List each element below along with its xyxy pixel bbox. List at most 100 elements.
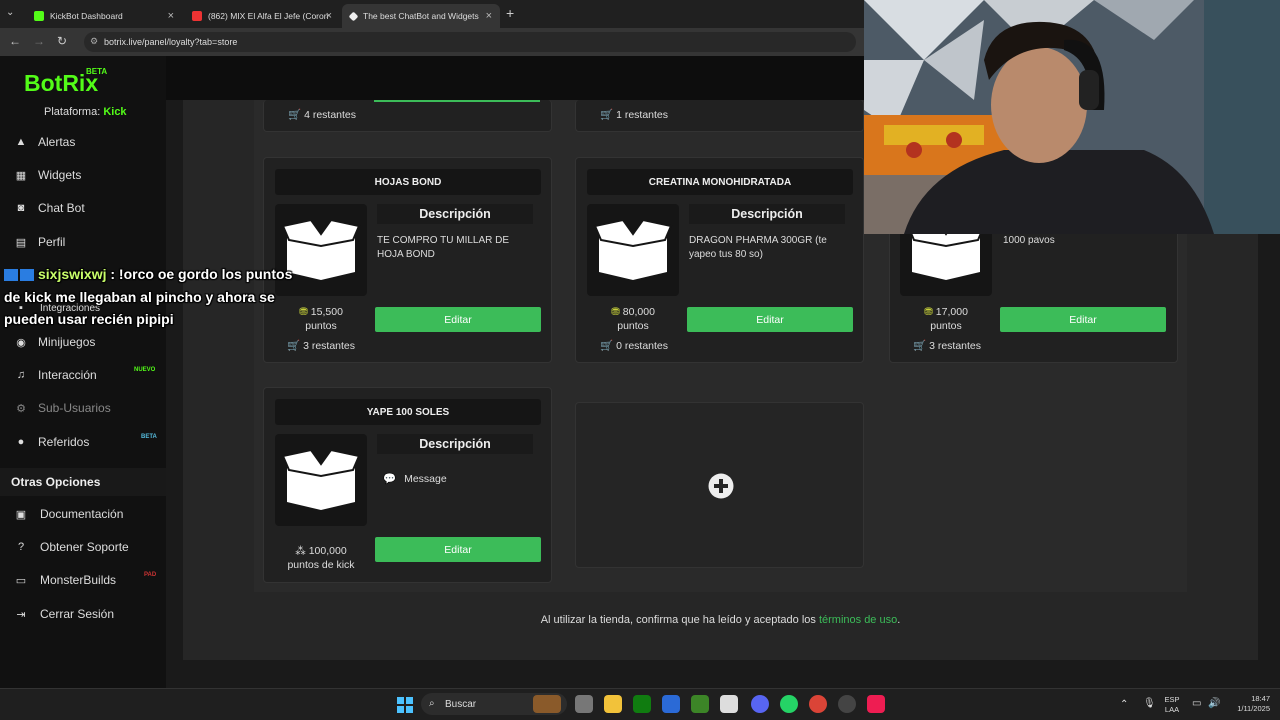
tiktok-icon[interactable] [867, 695, 885, 713]
logout-icon: ⇥ [16, 608, 26, 621]
points-value: 17,000 [935, 306, 968, 318]
description-text: 1000 pavos [1003, 235, 1055, 246]
edit-button[interactable]: Editar [687, 307, 853, 332]
sidebar-item-widgets[interactable]: ▦ Widgets [14, 168, 82, 182]
sidebar-item-sub-usuarios[interactable]: ⚙ Sub-Usuarios [14, 401, 111, 415]
close-icon[interactable]: × [486, 10, 492, 22]
sidebar-item-soporte[interactable]: ? Obtener Soporte [14, 540, 129, 554]
beta-badge: BETA [141, 434, 157, 440]
close-icon[interactable]: × [326, 10, 332, 22]
forward-icon[interactable]: → [33, 34, 45, 48]
description-text: DRAGON PHARMA 300GR (te yapeo tus 80 so) [689, 235, 827, 260]
gamepad-icon: ◉ [16, 336, 26, 349]
stock-count: 🛒 1 restantes [600, 108, 668, 121]
music-icon: ♫ [16, 369, 26, 381]
file-explorer-icon[interactable] [604, 695, 622, 713]
search-placeholder: Buscar [445, 698, 477, 710]
xbox-icon[interactable] [633, 695, 651, 713]
language-indicator[interactable]: ESP LAA [1160, 695, 1184, 715]
description-heading: Descripción [377, 434, 533, 454]
new-tab-icon[interactable]: + [506, 5, 514, 21]
taskbar-search[interactable]: ⌕ Buscar [421, 693, 567, 715]
comment-icon: 💬 [383, 473, 397, 485]
sidebar-item-chat-bot[interactable]: ◙ Chat Bot [14, 201, 85, 215]
stock-text: 0 restantes [616, 340, 669, 352]
sidebar-item-documentacion[interactable]: ▣ Documentación [14, 507, 124, 521]
chat-overlay-line: pueden usar recién pipipi [4, 311, 174, 327]
tab-title: KickBot Dashboard [50, 11, 123, 21]
points-price: ⛃ 15,500 puntos [280, 305, 362, 333]
cart-icon: 🛒 [288, 109, 302, 121]
discord-icon[interactable] [751, 695, 769, 713]
stock-count: 🛒 4 restantes [288, 108, 356, 121]
sidebar-item-label: Chat Bot [38, 201, 85, 215]
logo-beta-badge: BETA [86, 67, 108, 76]
botrix-favicon-icon [348, 11, 359, 21]
description-text: TE COMPRO TU MILLAR DE HOJA BOND [377, 235, 510, 260]
points-unit: puntos [305, 320, 337, 332]
tab-youtube[interactable]: (862) MIX El Alfa El Jefe (Coron × [184, 4, 340, 28]
microphone-icon[interactable]: 🎙 [1143, 698, 1156, 709]
users-icon: ● [17, 436, 25, 448]
close-icon[interactable]: × [168, 10, 174, 22]
points-value: 100,000 [308, 545, 347, 557]
cart-icon: 🛒 [600, 109, 614, 121]
stock-text: 3 restantes [929, 340, 982, 352]
sidebar-item-monsterbuilds[interactable]: ▭ MonsterBuilds [14, 573, 116, 587]
store-card-partial: 🛒 4 restantes [263, 100, 552, 132]
grid-icon: ▦ [15, 169, 27, 182]
points-price: ⁂ 100,000 puntos de kick [276, 544, 366, 572]
new-badge: NUEVO [134, 367, 156, 373]
reload-icon[interactable]: ↻ [57, 34, 67, 48]
question-icon: ? [17, 541, 25, 553]
webcam-image [864, 0, 1280, 234]
minecraft-icon[interactable] [691, 695, 709, 713]
add-item-card[interactable] [575, 402, 864, 568]
kick-favicon-icon [34, 11, 44, 21]
site-info-icon[interactable]: ⚙ [90, 36, 98, 47]
sidebar-item-cerrar-sesion[interactable]: ⇥ Cerrar Sesión [14, 607, 114, 621]
chrome-icon[interactable] [809, 695, 827, 713]
points-unit: puntos [930, 320, 962, 332]
tray-chevron-icon[interactable]: ⌃ [1120, 699, 1128, 710]
sidebar-item-label: Minijuegos [38, 335, 96, 349]
back-icon[interactable]: ← [9, 34, 21, 48]
card-image [587, 204, 679, 296]
start-icon[interactable] [397, 697, 413, 713]
url-input[interactable]: ⚙ botrix.live/panel/loyalty?tab=store [84, 32, 856, 52]
sidebar-item-label: Perfil [38, 235, 66, 249]
card-title: YAPE 100 SOLES [275, 399, 541, 425]
sidebar-item-minijuegos[interactable]: ◉ Minijuegos [14, 335, 95, 349]
robot-icon: ◙ [17, 202, 25, 214]
chat-message-line: : !orco oe gordo los puntos [110, 266, 293, 282]
points-unit: puntos de kick [287, 559, 355, 571]
clock[interactable]: 18:47 1/11/2025 [1224, 694, 1270, 714]
store-terms-notice: Al utilizar la tienda, confirma que ha l… [254, 614, 1187, 626]
sidebar-item-interaccion[interactable]: ♫ Interacción [14, 368, 97, 382]
network-icon[interactable]: ▭ [1192, 698, 1201, 709]
browser-tab-bar: ⌄ KickBot Dashboard × (862) MIX El Alfa … [0, 0, 864, 28]
obs-icon[interactable] [838, 695, 856, 713]
task-view-icon[interactable] [575, 695, 593, 713]
app-icon[interactable] [720, 695, 738, 713]
stock-count: 🛒 3 restantes [287, 339, 355, 352]
whatsapp-icon[interactable] [780, 695, 798, 713]
platform-indicator: Plataforma: Kick [44, 106, 127, 118]
tab-botrix[interactable]: The best ChatBot and Widgets × [342, 4, 500, 28]
edit-button[interactable]: Editar [375, 537, 541, 562]
sidebar-item-label: Documentación [40, 507, 124, 521]
volume-icon[interactable]: 🔊 [1208, 698, 1220, 709]
box-icon [281, 450, 361, 510]
coins-icon: ⛃ [299, 306, 308, 318]
store-icon[interactable] [662, 695, 680, 713]
edit-button[interactable]: Editar [375, 307, 541, 332]
sidebar-item-label: Sub-Usuarios [38, 401, 111, 415]
tab-list-icon[interactable]: ⌄ [6, 7, 14, 18]
sidebar-item-alertas[interactable]: ▲ Alertas [14, 135, 76, 149]
terms-link[interactable]: términos de uso [819, 614, 897, 626]
sidebar-item-perfil[interactable]: ▤ Perfil [14, 235, 66, 249]
sidebar-item-referidos[interactable]: ● Referidos [14, 435, 90, 449]
tab-kickbot[interactable]: KickBot Dashboard × [26, 4, 182, 28]
edit-button[interactable]: Editar [1000, 307, 1166, 332]
points-unit: puntos [617, 320, 649, 332]
